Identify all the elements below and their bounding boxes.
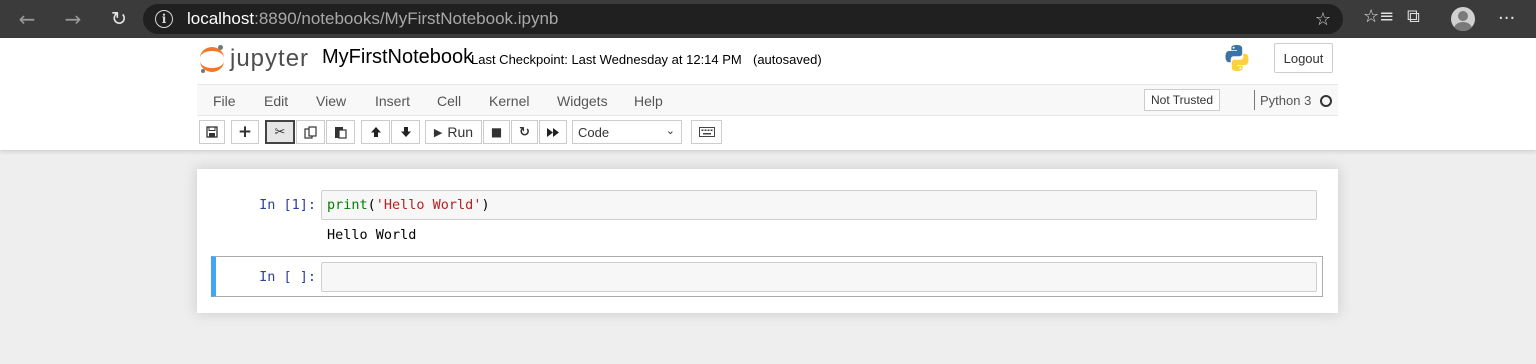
notebook-container: In [1]: print('Hello World') Hello World… xyxy=(197,169,1338,313)
cell-prompt: In [1]: xyxy=(259,197,316,213)
cut-cell-button[interactable]: ✂ xyxy=(265,120,295,144)
trust-notebook-button[interactable]: Not Trusted xyxy=(1144,89,1221,111)
command-palette-button[interactable] xyxy=(691,120,722,144)
restart-kernel-button[interactable]: ↻ xyxy=(511,120,538,144)
restart-run-all-button[interactable] xyxy=(539,120,567,144)
menu-view[interactable]: View xyxy=(316,93,346,109)
collections-icon[interactable]: ⧉ xyxy=(1407,6,1420,27)
cell-prompt-empty: In [ ]: xyxy=(259,269,316,285)
restart-icon: ↻ xyxy=(519,124,530,140)
code-cell-input-empty[interactable] xyxy=(321,262,1317,292)
menu-widgets[interactable]: Widgets xyxy=(557,93,608,109)
chevron-down-icon: ⌄ xyxy=(665,124,675,137)
profile-avatar-icon[interactable] xyxy=(1451,7,1475,31)
stop-icon: ■ xyxy=(490,125,503,139)
paste-icon xyxy=(335,126,347,139)
copy-icon xyxy=(304,125,317,139)
add-favorite-icon[interactable]: ☆ xyxy=(1315,9,1331,30)
insert-cell-button[interactable]: + xyxy=(231,120,259,144)
checkpoint-status: Last Checkpoint: Last Wednesday at 12:14… xyxy=(471,52,742,67)
jupyter-logo-icon xyxy=(200,45,224,73)
refresh-icon[interactable]: ↻ xyxy=(96,0,142,38)
save-button[interactable] xyxy=(199,120,225,144)
address-bar[interactable]: i localhost:8890/notebooks/MyFirstNotebo… xyxy=(143,4,1343,34)
plus-icon: + xyxy=(237,122,253,142)
url-path: :8890/notebooks/MyFirstNotebook.ipynb xyxy=(254,9,559,28)
url-text[interactable]: localhost:8890/notebooks/MyFirstNotebook… xyxy=(187,9,558,29)
copy-cell-button[interactable] xyxy=(296,120,325,144)
browser-toolbar: ← → ↻ i localhost:8890/notebooks/MyFirst… xyxy=(0,0,1536,38)
info-icon[interactable]: i xyxy=(155,10,173,28)
kernel-idle-indicator-icon xyxy=(1320,95,1332,107)
kernel-name[interactable]: Python 3 xyxy=(1260,93,1311,108)
logout-button[interactable]: Logout xyxy=(1274,43,1333,73)
more-menu-icon[interactable]: ··· xyxy=(1498,8,1515,29)
menu-insert[interactable]: Insert xyxy=(375,93,410,109)
move-up-button[interactable] xyxy=(361,120,390,144)
menu-help[interactable]: Help xyxy=(634,93,663,109)
code-paren-open: ( xyxy=(367,197,376,213)
code-cell-input[interactable]: print('Hello World') xyxy=(321,190,1317,220)
arrow-up-icon xyxy=(370,127,381,137)
save-icon xyxy=(206,126,218,138)
menu-file[interactable]: File xyxy=(213,93,236,109)
code-paren-close: ) xyxy=(481,197,490,213)
run-button[interactable]: ▶ Run xyxy=(425,120,482,144)
cell-type-select[interactable]: Code ⌄ xyxy=(572,120,682,144)
fast-forward-icon xyxy=(547,127,559,137)
autosave-status: (autosaved) xyxy=(753,52,822,67)
move-down-button[interactable] xyxy=(391,120,420,144)
favorites-icon[interactable]: ☆≡ xyxy=(1363,6,1394,27)
cell-output: Hello World xyxy=(327,227,417,243)
jupyter-logo[interactable]: jupyter xyxy=(200,44,309,74)
notebook-name[interactable]: MyFirstNotebook xyxy=(322,46,473,69)
run-label: Run xyxy=(447,124,474,140)
scissors-icon: ✂ xyxy=(274,124,286,140)
logo-text: jupyter xyxy=(230,45,310,72)
keyboard-icon xyxy=(698,127,715,137)
jupyter-header: jupyter MyFirstNotebook Last Checkpoint:… xyxy=(0,38,1536,150)
menu-kernel[interactable]: Kernel xyxy=(489,93,529,109)
paste-cell-button[interactable] xyxy=(326,120,355,144)
url-host: localhost xyxy=(187,9,255,28)
menu-bar: File Edit View Insert Cell Kernel Widget… xyxy=(197,84,1338,116)
interrupt-kernel-button[interactable]: ■ xyxy=(483,120,510,144)
code-function: print xyxy=(327,197,368,213)
code-string: 'Hello World' xyxy=(375,197,482,213)
back-icon[interactable]: ← xyxy=(4,0,50,38)
arrow-down-icon xyxy=(400,127,411,137)
kernel-divider xyxy=(1254,90,1255,110)
cell-type-value: Code xyxy=(578,124,610,140)
notebook-toolbar: + ✂ ▶ Run ■ ↻ Code ⌄ xyxy=(0,120,1536,146)
play-icon: ▶ xyxy=(433,125,443,139)
python-logo-icon xyxy=(1225,45,1249,71)
menu-edit[interactable]: Edit xyxy=(264,93,288,109)
menu-cell[interactable]: Cell xyxy=(437,93,461,109)
forward-icon[interactable]: → xyxy=(50,0,96,38)
